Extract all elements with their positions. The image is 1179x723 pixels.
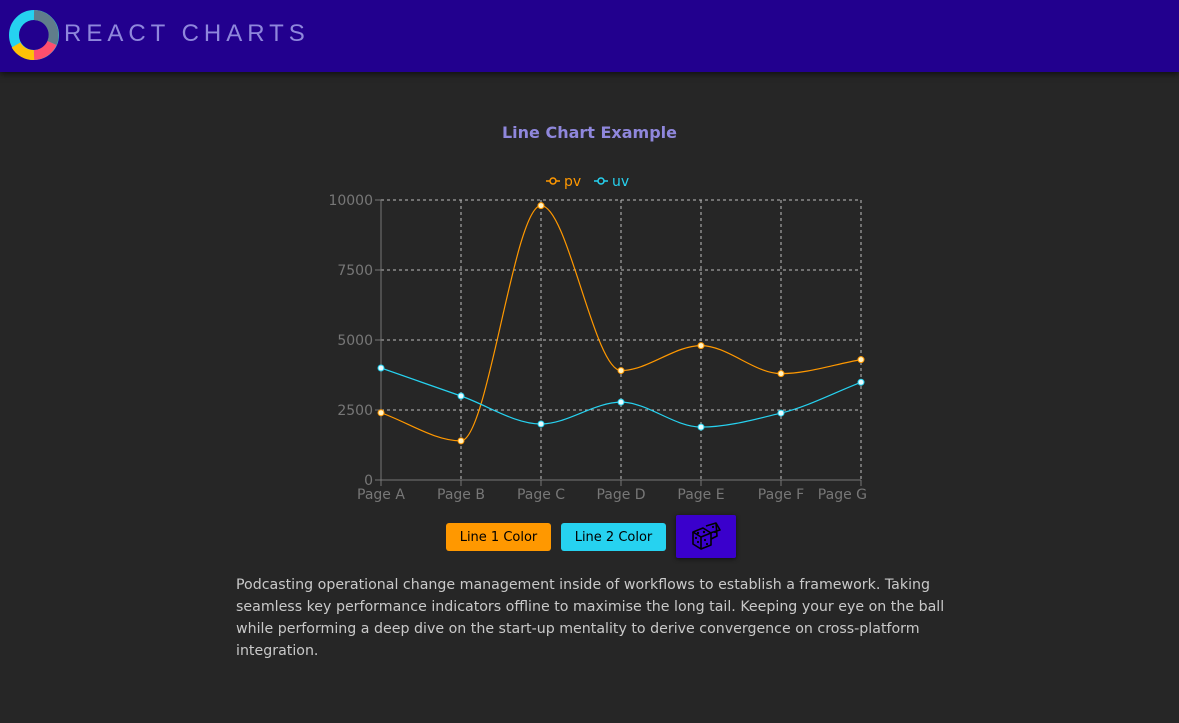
data-point-uv (457, 392, 465, 400)
x-tick-label: Page D (596, 487, 645, 503)
x-tick-label: Page G (818, 487, 867, 503)
legend-marker-dot-pv (549, 177, 557, 185)
legend-marker-dot-uv (597, 177, 605, 185)
x-tick-label: Page B (437, 487, 485, 503)
data-point-pv (777, 370, 785, 378)
y-tick-label: 5000 (337, 333, 373, 349)
legend-label-pv: pv (564, 174, 581, 190)
legend-label-uv: uv (612, 174, 629, 190)
data-point-uv (377, 364, 385, 372)
y-tick-label: 7500 (337, 263, 373, 279)
y-tick-label: 10000 (328, 193, 373, 209)
x-tick-label: Page A (357, 487, 405, 503)
data-point-uv (777, 409, 785, 417)
data-point-uv (537, 420, 545, 428)
data-point-pv (697, 342, 705, 350)
line2-color-button[interactable]: Line 2 Color (561, 523, 666, 551)
data-point-uv (857, 378, 865, 386)
data-point-uv (697, 423, 705, 431)
line1-color-button[interactable]: Line 1 Color (446, 523, 551, 551)
data-point-pv (457, 437, 465, 445)
x-tick-label: Page C (517, 487, 565, 503)
y-tick-label: 2500 (337, 403, 373, 419)
x-tick-label: Page E (677, 487, 724, 503)
description-text: Podcasting operational change management… (236, 577, 945, 659)
data-point-uv (617, 398, 625, 406)
data-point-pv (617, 367, 625, 375)
data-point-pv (377, 409, 385, 417)
data-point-pv (537, 202, 545, 210)
randomize-button[interactable] (676, 515, 736, 558)
dice-icon (692, 521, 721, 550)
x-tick-label: Page F (758, 487, 804, 503)
data-point-pv (857, 356, 865, 364)
